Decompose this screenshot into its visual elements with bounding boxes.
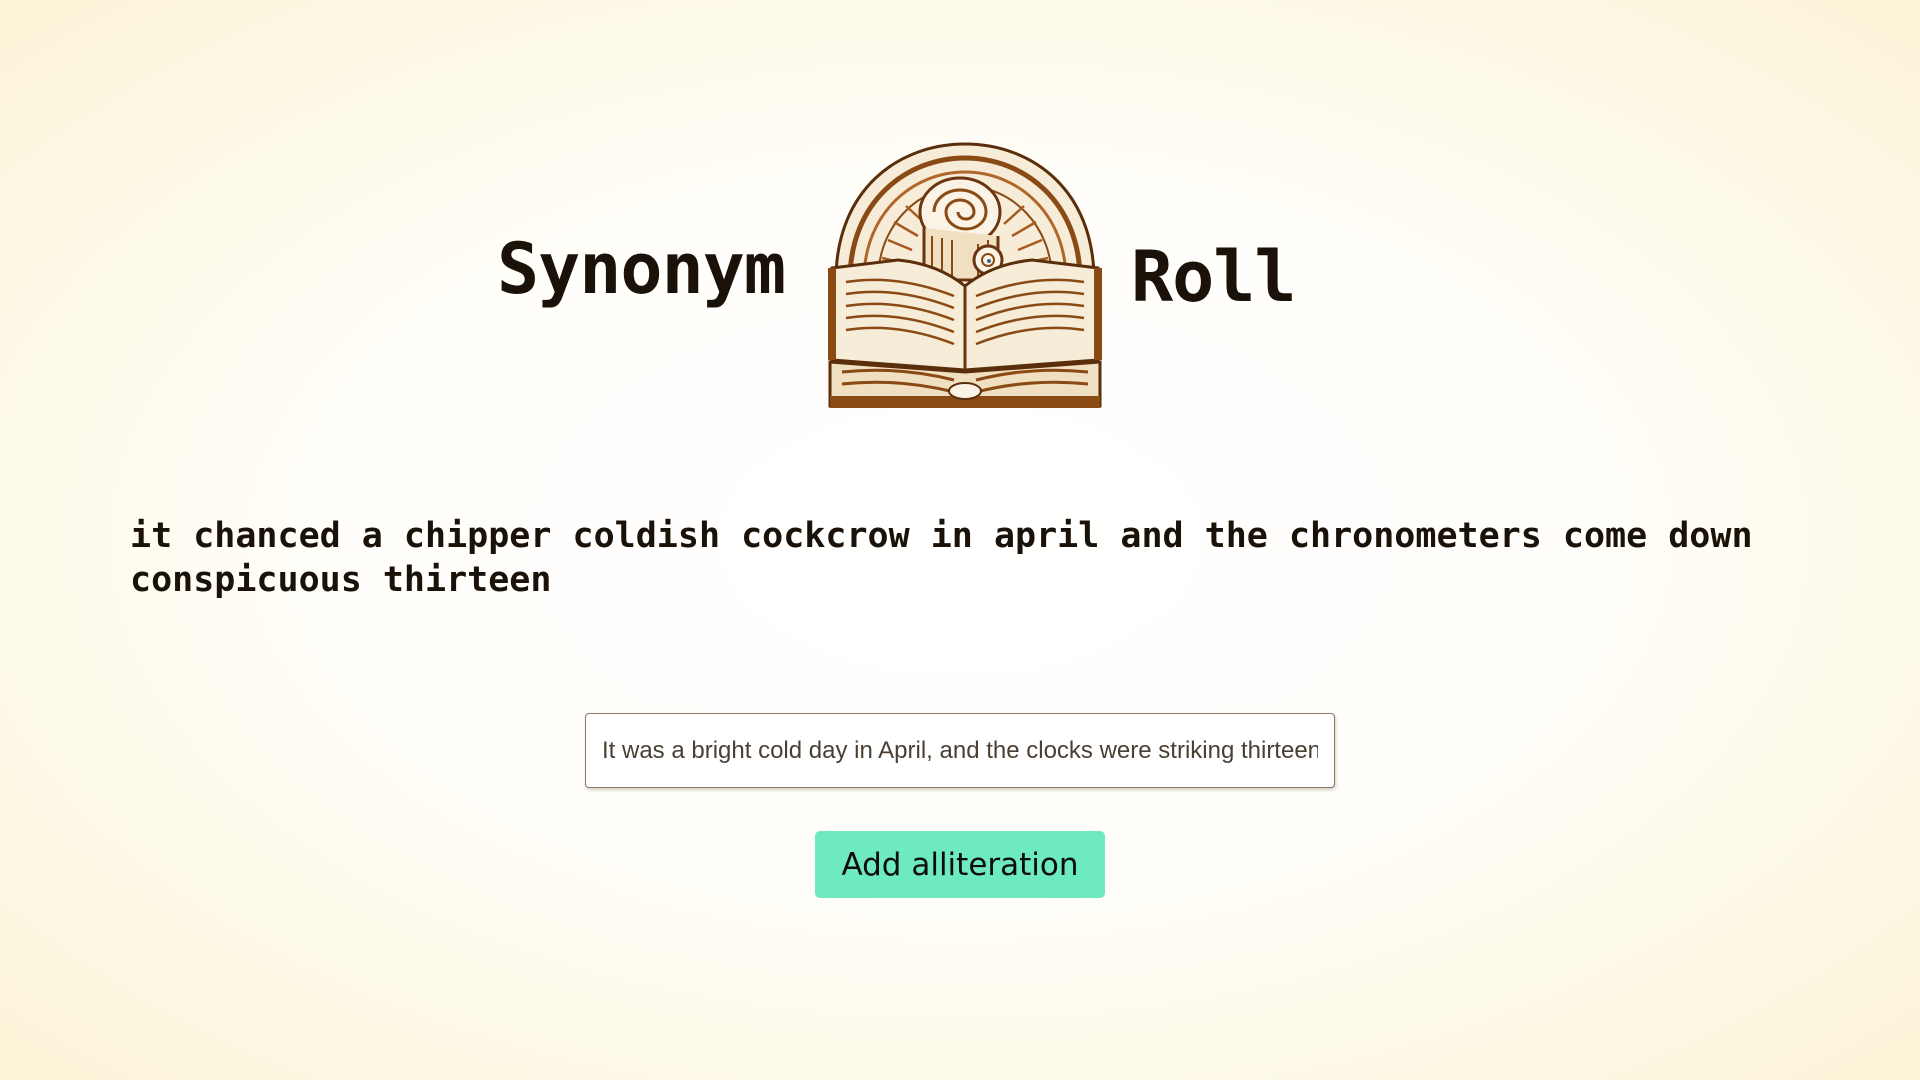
title-left: Synonym: [497, 228, 786, 310]
add-alliteration-button[interactable]: Add alliteration: [815, 831, 1105, 898]
title-right: Roll: [1131, 236, 1297, 318]
sentence-input[interactable]: [585, 713, 1335, 788]
book-swirl-logo-icon: [828, 142, 1102, 408]
alliteration-output: it chanced a chipper coldish cockcrow in…: [130, 516, 1753, 600]
sentence-input-wrapper: [585, 713, 1335, 788]
app-header: Synonym Roll: [0, 140, 1920, 410]
